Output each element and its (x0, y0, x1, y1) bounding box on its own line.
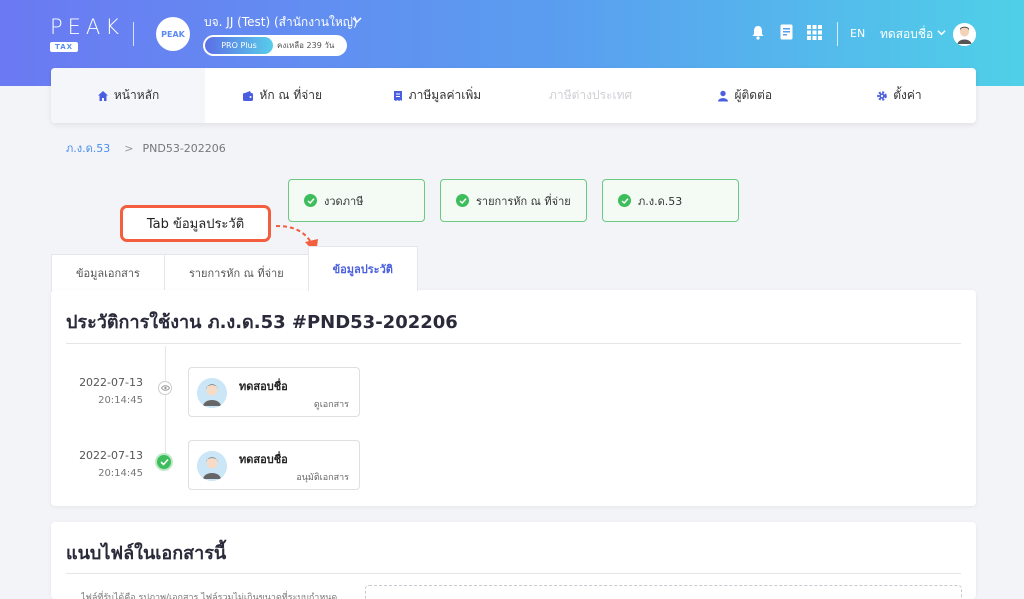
nav-item-settings[interactable]: ตั้งค่า (822, 68, 976, 123)
document-icon[interactable] (778, 23, 794, 41)
nav-item-label: ผู้ติดต่อ (734, 88, 773, 102)
gear-icon (876, 90, 888, 102)
chevron-down-icon[interactable] (937, 28, 946, 40)
language-switch[interactable]: EN (850, 27, 865, 40)
nav-item-foreign-tax: ภาษีต่างประเทศ (514, 68, 668, 123)
check-icon (618, 194, 631, 207)
company-avatar[interactable]: PEAK (156, 17, 190, 51)
tab-document-info[interactable]: ข้อมูลเอกสาร (51, 254, 165, 291)
history-title: ประวัติการใช้งาน ภ.ง.ด.53 #PND53-202206 (66, 312, 458, 333)
tab-history[interactable]: ข้อมูลประวัติ (307, 246, 418, 291)
file-dropzone[interactable] (365, 585, 962, 599)
history-panel: ประวัติการใช้งาน ภ.ง.ด.53 #PND53-202206 … (51, 290, 976, 506)
history-entry-action: ดูเอกสาร (313, 400, 349, 410)
nav-item-label: ภาษีมูลค่าเพิ่ม (408, 88, 482, 102)
nav-item-label: หัก ณ ที่จ่าย (259, 88, 323, 102)
nav-item-vat[interactable]: ภาษีมูลค่าเพิ่ม (359, 68, 513, 123)
history-entry-card: ทดสอบชื่อ ดูเอกสาร (188, 367, 360, 417)
status-step-label: งวดภาษี (324, 194, 364, 208)
person-icon (717, 90, 729, 102)
peak-tax-logo[interactable]: PEAK TAX (50, 15, 125, 52)
status-step-tax-period[interactable]: งวดภาษี (288, 179, 425, 222)
history-divider (66, 343, 961, 344)
status-step-withholding-items[interactable]: รายการหัก ณ ที่จ่าย (440, 179, 587, 222)
main-nav: หน้าหลัก หัก ณ ที่จ่าย ภาษีมูลค่าเพิ่ม ภ… (51, 68, 976, 123)
status-step-label: ภ.ง.ด.53 (638, 194, 683, 208)
tutorial-callout: Tab ข้อมูลประวัติ (120, 205, 271, 242)
status-step-pnd53[interactable]: ภ.ง.ด.53 (602, 179, 739, 222)
eye-icon (158, 381, 172, 395)
history-entry-user: ทดสอบชื่อ (239, 380, 288, 393)
wallet-icon (242, 90, 254, 102)
history-entry-time: 20:14:45 (98, 468, 143, 479)
history-entry-card: ทดสอบชื่อ อนุมัติเอกสาร (188, 440, 360, 490)
company-logo-text: PEAK (161, 29, 185, 39)
breadcrumb: ภ.ง.ด.53 > PND53-202206 (66, 139, 226, 157)
check-icon (155, 453, 173, 471)
header-divider (837, 22, 838, 46)
apps-grid-icon[interactable] (806, 23, 822, 41)
chevron-down-icon[interactable] (352, 15, 362, 28)
history-entry-user: ทดสอบชื่อ (239, 453, 288, 466)
history-entry-time: 20:14:45 (98, 395, 143, 406)
breadcrumb-separator: > (124, 142, 134, 155)
history-entry-date: 2022-07-13 (79, 376, 143, 389)
tab-withholding-items[interactable]: รายการหัก ณ ที่จ่าย (163, 254, 309, 291)
check-icon (304, 194, 317, 207)
attachment-description: ไฟล์ที่รับได้คือ รูปภาพ/เอกสาร ไฟล์รวมไม… (81, 593, 338, 599)
plan-remaining-days: คงเหลือ 239 วัน (277, 41, 335, 50)
breadcrumb-current: PND53-202206 (142, 142, 226, 155)
logo-text: PEAK (50, 15, 125, 39)
user-avatar[interactable] (953, 23, 976, 46)
nav-item-home[interactable]: หน้าหลัก (51, 68, 206, 123)
plan-badge: PRO Plus (205, 37, 273, 54)
plan-pill: PRO Plus คงเหลือ 239 วัน (203, 35, 347, 56)
company-name[interactable]: บจ. JJ (Test) (สำนักงานใหญ่) (204, 13, 358, 32)
history-entry-action: อนุมัติเอกสาร (296, 473, 349, 483)
header-divider (133, 22, 134, 46)
user-avatar (197, 378, 227, 408)
attachment-divider (66, 573, 961, 574)
nav-item-label: ตั้งค่า (893, 88, 922, 102)
timeline-line (165, 346, 166, 466)
attachment-title: แนบไฟล์ในเอกสารนี้ (66, 543, 227, 564)
receipt-icon (392, 90, 404, 102)
status-step-label: รายการหัก ณ ที่จ่าย (476, 194, 571, 208)
check-icon (456, 194, 469, 207)
home-icon (97, 90, 109, 102)
breadcrumb-parent-link[interactable]: ภ.ง.ด.53 (66, 142, 110, 155)
history-entry-date: 2022-07-13 (79, 449, 143, 462)
nav-item-label: หน้าหลัก (113, 88, 160, 102)
nav-item-withholding[interactable]: หัก ณ ที่จ่าย (205, 68, 359, 123)
bell-icon[interactable] (750, 23, 766, 41)
user-avatar (197, 451, 227, 481)
nav-item-contacts[interactable]: ผู้ติดต่อ (668, 68, 822, 123)
nav-item-label: ภาษีต่างประเทศ (549, 88, 633, 102)
attachment-panel: แนบไฟล์ในเอกสารนี้ ไฟล์ที่รับได้คือ รูปภ… (51, 522, 976, 599)
user-name[interactable]: ทดสอบชื่อ (880, 25, 933, 44)
logo-badge: TAX (50, 42, 79, 52)
document-tabs: ข้อมูลเอกสาร รายการหัก ณ ที่จ่าย ข้อมูลป… (51, 246, 418, 291)
